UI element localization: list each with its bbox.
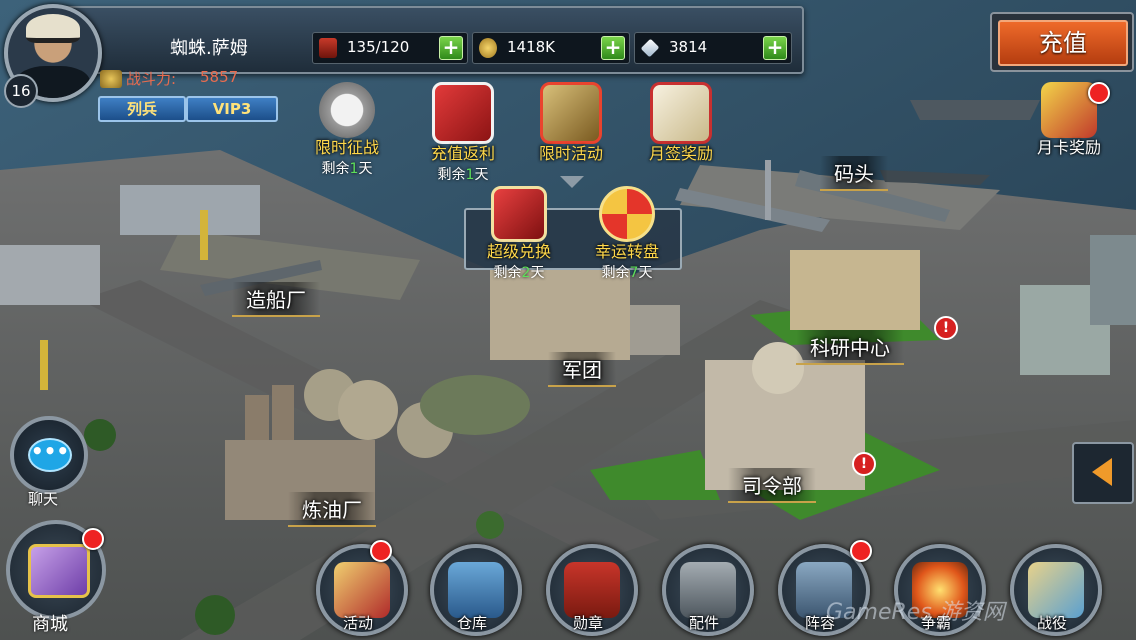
event-remaining: 剩余1天 <box>321 161 373 177</box>
lucky-wheel-icon <box>599 186 655 242</box>
watermark: GameRes 游资网 <box>826 600 1005 625</box>
diamond-value: 3814 <box>669 38 708 56</box>
expand-panel-button[interactable] <box>1072 442 1134 504</box>
event-label: 超级兑换 <box>486 242 551 261</box>
diamond-icon <box>640 38 660 58</box>
menu-label: 仓库 <box>456 614 487 632</box>
officer-cap <box>26 14 80 43</box>
alert-icon: ! <box>852 452 876 476</box>
notification-dot <box>850 540 872 562</box>
building-legion[interactable]: 军团 <box>548 352 616 387</box>
event-timed-battle[interactable]: 限时征战 剩余1天 <box>302 82 392 178</box>
power-icon <box>100 70 122 88</box>
chat-button[interactable]: ••• <box>10 416 88 494</box>
event-monthly-signin[interactable]: 月签奖励 <box>636 82 726 164</box>
stopwatch-icon <box>319 82 375 138</box>
menu-label: 活动 <box>342 614 373 632</box>
fuel-barrel-icon <box>319 38 337 58</box>
treasure-chest-icon <box>540 82 602 144</box>
event-label: 幸运转盘 <box>594 242 659 261</box>
calendar-gift-icon <box>650 82 712 144</box>
event-remaining: 剩余1天 <box>437 167 489 183</box>
shop-label: 商城 <box>32 614 68 635</box>
event-label: 限时活动 <box>538 144 603 163</box>
turret-icon <box>680 562 736 618</box>
event-label: 充值返利 <box>430 144 495 163</box>
gold-coin-icon <box>479 38 497 58</box>
vip-badge[interactable]: VIP3 <box>186 96 278 122</box>
event-timed-activity[interactable]: 限时活动 <box>526 82 616 164</box>
add-fuel-button[interactable]: + <box>439 36 463 60</box>
chat-label: 聊天 <box>28 490 59 508</box>
power-value: 5857 <box>200 68 239 86</box>
shop-chest-icon <box>28 544 90 598</box>
event-remaining: 剩余7天 <box>601 265 653 281</box>
recharge-frame: 充值 <box>990 12 1134 72</box>
event-label: 月卡奖励 <box>1036 138 1101 157</box>
warehouse-icon <box>448 562 504 618</box>
recharge-button[interactable]: 充值 <box>998 20 1128 66</box>
alert-icon: ! <box>934 316 958 340</box>
notification-dot <box>82 528 104 550</box>
diamond-resource: 3814 + <box>634 32 792 64</box>
menu-label: 配件 <box>688 614 719 632</box>
player-name: 蜘蛛.萨姆 <box>170 38 248 59</box>
gift-box-icon <box>432 82 494 144</box>
gold-value: 1418K <box>507 38 556 56</box>
building-dock[interactable]: 码头 <box>820 156 888 191</box>
event-recharge-rebate[interactable]: 充值返利 剩余1天 <box>418 82 508 184</box>
notification-dot <box>370 540 392 562</box>
menu-label: 勋章 <box>572 614 603 632</box>
arrow-left-icon <box>1092 458 1112 486</box>
menu-label: 战役 <box>1036 614 1067 632</box>
building-research-center[interactable]: 科研中心 <box>796 330 904 365</box>
chat-bubble-icon: ••• <box>28 438 72 472</box>
medal-icon <box>564 562 620 618</box>
event-lucky-wheel[interactable]: 幸运转盘 剩余7天 <box>582 186 672 282</box>
rank-badge[interactable]: 列兵 <box>98 96 186 122</box>
event-remaining: 剩余2天 <box>493 265 545 281</box>
gift-box-icon <box>491 186 547 242</box>
add-diamond-button[interactable]: + <box>763 36 787 60</box>
gold-resource: 1418K + <box>472 32 630 64</box>
building-headquarters[interactable]: 司令部 <box>728 468 816 503</box>
notification-dot <box>1088 82 1110 104</box>
event-label: 月签奖励 <box>648 144 713 163</box>
player-level: 16 <box>4 74 38 108</box>
bugle-icon <box>334 562 390 618</box>
building-shipyard[interactable]: 造船厂 <box>232 282 320 317</box>
power-label: 战斗力: <box>126 70 177 88</box>
map-icon <box>1028 562 1084 618</box>
fuel-value: 135/120 <box>347 38 410 56</box>
add-gold-button[interactable]: + <box>601 36 625 60</box>
building-refinery[interactable]: 炼油厂 <box>288 492 376 527</box>
fuel-resource: 135/120 + <box>312 32 468 64</box>
event-super-exchange[interactable]: 超级兑换 剩余2天 <box>474 186 564 282</box>
event-label: 限时征战 <box>314 138 379 157</box>
